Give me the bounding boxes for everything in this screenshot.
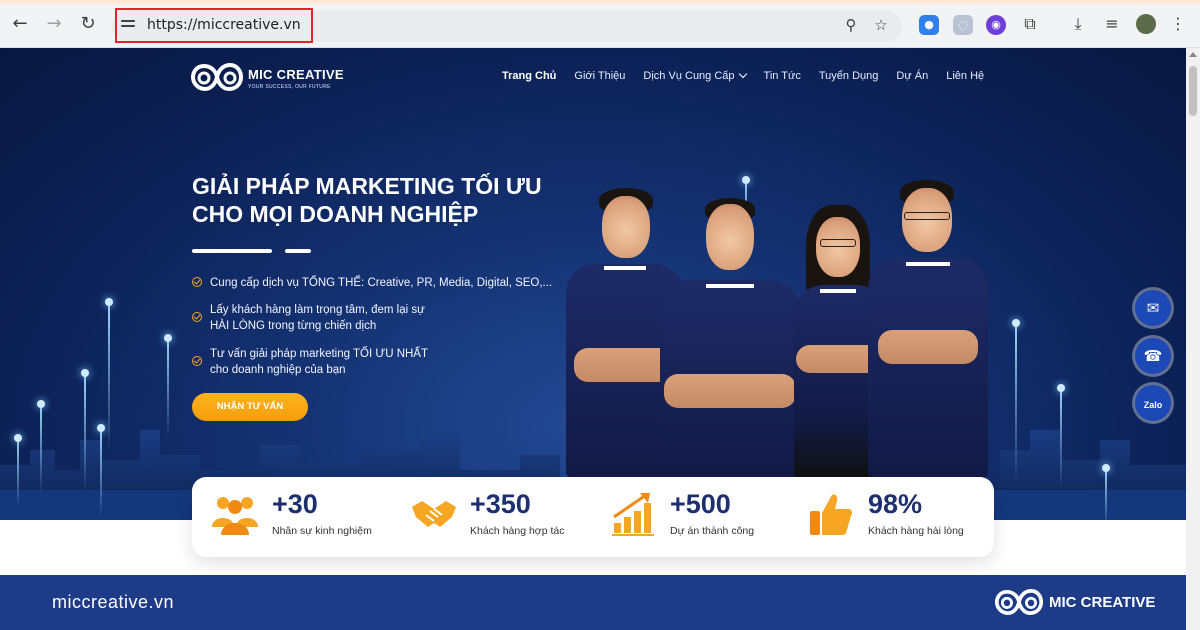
nav-item-about[interactable]: Giới Thiệu [574,70,625,84]
stat-label: Khách hàng hài lòng [868,525,964,537]
zalo-icon[interactable]: Zalo [1135,385,1171,421]
nav-item-projects[interactable]: Dự Án [896,70,928,84]
bullet-text: Lấy khách hàng làm trọng tâm, đem lại sự… [210,302,425,334]
face [602,196,650,258]
stat-number: 98% [868,489,923,519]
brand-tagline: YOUR SUCCESS, OUR FUTURE [248,84,331,90]
site-logo[interactable]: MIC CREATIVE YOUR SUCCESS, OUR FUTURE [190,60,350,96]
light-beam [97,424,105,518]
menu-icon[interactable]: ⋮ [1168,14,1188,34]
stats-card: +30 Nhân sự kinh nghiệm +350 Khách hàng … [192,477,994,557]
page-scrollbar[interactable] [1186,48,1200,630]
main-nav: Trang Chủ Giới Thiệu Dịch Vụ Cung Cấp Ti… [502,69,1002,84]
url-highlight-box [115,8,313,43]
nav-item-home[interactable]: Trang Chủ [502,70,556,84]
crossed-arms [878,330,978,364]
reload-icon[interactable]: ↻ [78,14,98,34]
collar [604,266,646,270]
nav-item-careers[interactable]: Tuyển Dụng [819,70,879,84]
stat-item: +30 Nhân sự kinh nghiệm [210,477,400,557]
bullet-line: Cung cấp dịch vụ TỔNG THỂ: Creative, PR,… [210,277,553,289]
scroll-thumb[interactable] [1189,66,1197,116]
check-circle-icon [192,312,202,322]
stat-label: Khách hàng hợp tác [470,525,565,537]
handshake-icon [412,501,456,527]
collar [706,284,754,288]
zalo-label: Zalo [1143,400,1163,410]
tab-strip-edge [0,0,1200,4]
bullet-text: Cung cấp dịch vụ TỔNG THỂ: Creative, PR,… [210,275,552,291]
stat-item: +350 Khách hàng hợp tác [410,477,600,557]
forward-icon[interactable]: → [44,14,64,34]
glasses [904,212,950,220]
light-beam [1102,464,1110,520]
nav-item-services-label: Dịch Vụ Cung Cấp [643,70,735,82]
divider-bar [192,249,272,253]
nav-item-contact[interactable]: Liên Hệ [946,70,984,84]
logo-infinity-icon [190,62,244,92]
light-beam [81,369,89,493]
stat-item: +500 Dự án thành công [610,477,800,557]
face [816,217,860,277]
collar [906,262,950,266]
bookmark-star-icon[interactable]: ☆ [871,15,891,35]
stat-label: Dự án thành công [670,525,755,537]
brand-name: MIC CREATIVE [248,67,344,82]
growth-chart-icon [612,493,654,536]
glasses [820,239,856,247]
team-member-photo [660,198,800,478]
nav-item-services[interactable]: Dịch Vụ Cung Cấp [643,69,747,84]
extension-face-icon[interactable]: ◉ [986,15,1006,35]
profile-avatar[interactable] [1136,14,1156,34]
light-beam [1012,319,1020,483]
bullet-text: Tư vấn giải pháp marketing TỐI ƯU NHẤT c… [210,346,428,378]
footer-url: miccreative.vn [52,592,175,612]
light-beam [14,434,22,508]
crossed-arms [664,374,796,408]
team-icon [212,497,258,535]
footer-logo-icon [994,589,1044,615]
back-icon[interactable]: ← [10,14,30,34]
stat-number: +500 [670,489,731,519]
stat-label: Nhân sự kinh nghiệm [272,525,372,537]
divider-bar-short [285,249,311,253]
hero-headline: GIẢI PHÁP MARKETING TỐI ƯU CHO MỌI DOANH… [192,172,572,228]
bullet-line: cho doanh nghiệp của bạn [210,364,346,376]
bullet-line: HÀI LÒNG trong từng chiến dịch [210,320,377,332]
collar [820,289,856,293]
face [902,188,952,252]
chevron-down-icon [738,69,747,79]
light-beam [1057,384,1065,488]
bullet-line: Tư vấn giải pháp marketing TỐI ƯU NHẤT [210,348,428,360]
headline-line-2: CHO MỌI DOANH NGHIỆP [192,201,479,227]
messenger-icon[interactable]: ✉ [1135,290,1171,326]
consult-button[interactable]: NHẬN TƯ VẤN [192,393,308,421]
polo-shirt [868,258,988,478]
light-beam [105,298,113,452]
check-circle-icon [192,356,202,366]
scroll-up-arrow-icon[interactable] [1189,52,1197,57]
extensions-icon[interactable]: ⧉ [1020,14,1040,34]
stat-item: 98% Khách hàng hài lòng [808,477,988,557]
light-beam [164,334,172,438]
check-circle-icon [192,277,202,287]
stat-number: +30 [272,489,318,519]
download-icon[interactable]: ⤓ [1068,14,1088,34]
zoom-icon[interactable]: ⚲ [841,15,861,35]
footer-brand: MIC CREATIVE [1049,594,1156,611]
nav-item-news[interactable]: Tin Tức [764,70,801,84]
thumbs-up-icon [810,494,852,535]
phone-icon[interactable]: ☎ [1135,338,1171,374]
face [706,204,754,270]
light-beam [37,400,45,494]
stat-number: +350 [470,489,531,519]
extension-link-icon[interactable]: ◌ [953,15,973,35]
extension-drop-icon[interactable]: ● [919,15,939,35]
bullet-line: Lấy khách hàng làm trọng tâm, đem lại sự [210,304,425,316]
media-icon[interactable]: ≡ [1102,14,1122,34]
team-member-photo [868,180,988,478]
headline-line-1: GIẢI PHÁP MARKETING TỐI ƯU [192,173,542,199]
